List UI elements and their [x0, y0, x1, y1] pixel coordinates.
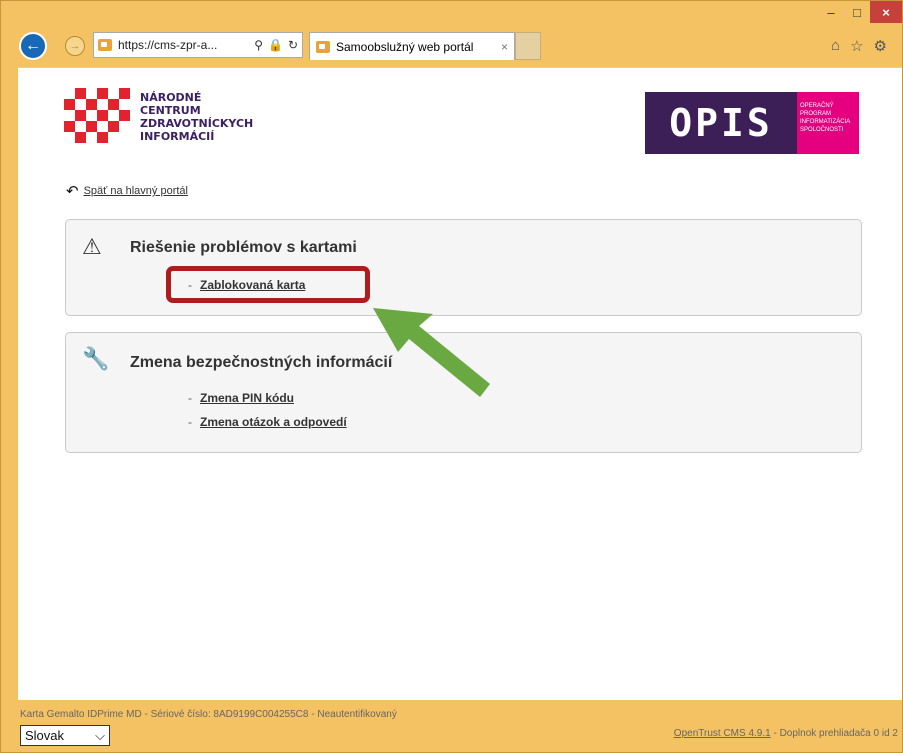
home-icon[interactable]: ⌂: [831, 37, 840, 55]
title-bar: – □ ×: [1, 1, 903, 27]
card-info: Karta Gemalto IDPrime MD - Sériové číslo…: [20, 709, 397, 720]
star-icon[interactable]: ☆: [850, 37, 863, 55]
green-arrow-shape: [373, 308, 490, 397]
page-content: NÁRODNÉ CENTRUM ZDRAVOTNÍCKYCH INFORMÁCI…: [18, 67, 902, 746]
language-select[interactable]: Slovak ⌵: [20, 725, 110, 746]
tab-favicon-icon: [316, 40, 330, 53]
lock-icon[interactable]: 🔒: [268, 38, 283, 52]
close-window-button[interactable]: ×: [870, 1, 902, 23]
forward-arrow-icon[interactable]: →: [65, 36, 85, 56]
maximize-button[interactable]: □: [844, 1, 870, 23]
annotation-arrow: [373, 308, 490, 397]
tab-label: Samoobslužný web portál: [336, 39, 474, 54]
minimize-button[interactable]: –: [818, 1, 844, 23]
gear-icon[interactable]: ⚙: [874, 37, 887, 55]
browser-window: – □ × ← → https://cms-zpr-a... ⚲ 🔒 ↻ Sam…: [0, 0, 903, 753]
back-arrow-icon[interactable]: ←: [19, 32, 47, 60]
refresh-icon[interactable]: ↻: [288, 38, 298, 52]
address-url[interactable]: https://cms-zpr-a...: [118, 38, 248, 52]
chevron-down-icon: ⌵: [95, 727, 105, 743]
address-bar[interactable]: https://cms-zpr-a... ⚲ 🔒 ↻: [93, 32, 303, 58]
addon-info: - Doplnok prehliadača 0 id 2: [770, 728, 898, 739]
navigation-bar: ← → https://cms-zpr-a... ⚲ 🔒 ↻ Samoobslu…: [1, 27, 903, 67]
product-link[interactable]: OpenTrust CMS 4.9.1: [674, 728, 771, 739]
tab-close-icon[interactable]: ×: [501, 40, 508, 54]
new-tab-button[interactable]: [515, 32, 541, 60]
language-value: Slovak: [25, 728, 65, 743]
footer-version: OpenTrust CMS 4.9.1 - Doplnok prehliadač…: [674, 728, 898, 739]
search-icon[interactable]: ⚲: [254, 38, 263, 52]
tab-samoobsluzny-portal[interactable]: Samoobslužný web portál ×: [309, 32, 515, 60]
site-favicon-icon: [98, 39, 112, 51]
